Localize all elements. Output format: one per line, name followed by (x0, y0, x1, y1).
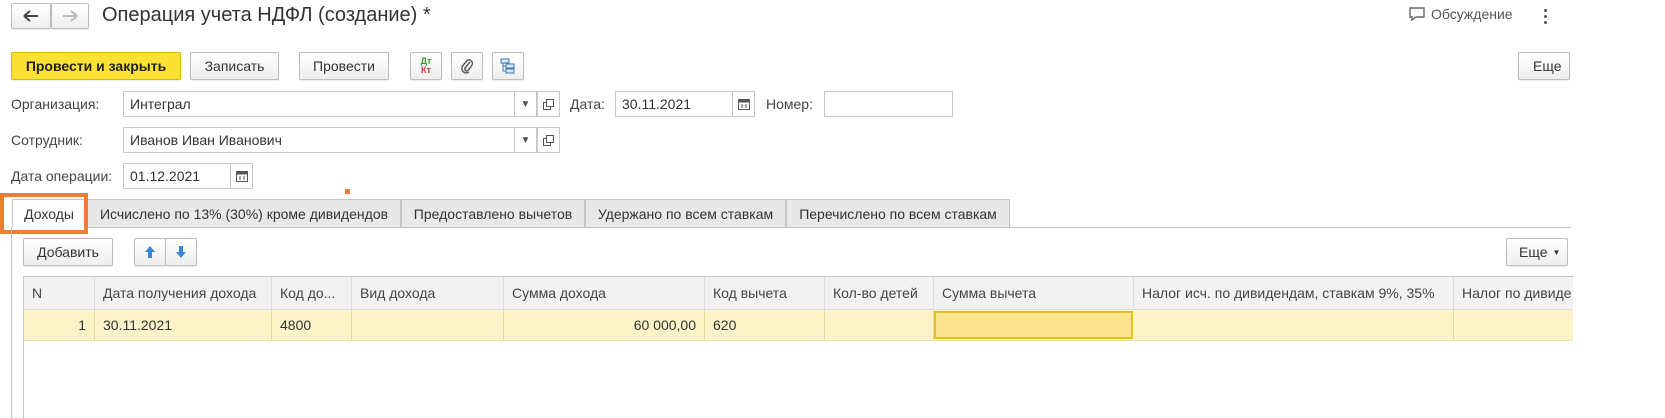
post-and-close-button[interactable]: Провести и закрыть (11, 52, 181, 80)
dt-kt-button[interactable]: Дт Кт (410, 52, 442, 80)
col-deduction-code[interactable]: Код вычета (705, 277, 825, 309)
calendar-icon (737, 99, 750, 110)
cell-deduction-sum[interactable] (934, 311, 1133, 339)
open-icon (543, 134, 554, 146)
arrow-up-icon (145, 246, 155, 258)
back-button[interactable] (11, 3, 51, 29)
cell-income-code[interactable]: 4800 (272, 310, 352, 340)
cell-children-count[interactable] (825, 310, 934, 340)
chat-icon (1409, 7, 1425, 22)
col-children-count[interactable]: Кол-во детей (825, 277, 934, 309)
tab-page-border (11, 228, 12, 418)
add-row-button[interactable]: Добавить (23, 238, 113, 266)
arrow-down-icon (176, 246, 186, 258)
operation-date-field[interactable]: 01.12.2021 (123, 163, 231, 189)
date-calendar-button[interactable] (732, 91, 755, 117)
open-icon (543, 98, 554, 110)
col-income-sum[interactable]: Сумма дохода (504, 277, 705, 309)
col-income-type[interactable]: Вид дохода (352, 277, 504, 309)
col-deduction-sum[interactable]: Сумма вычета (934, 277, 1134, 309)
organization-dropdown[interactable]: ▼ (514, 91, 537, 117)
more-button[interactable]: Еще (1518, 52, 1570, 80)
date-field[interactable]: 30.11.2021 (615, 91, 733, 117)
dt-kt-icon: Дт Кт (420, 56, 432, 75)
organization-open[interactable] (537, 91, 560, 117)
structure-icon (500, 58, 515, 74)
forward-button[interactable] (51, 3, 89, 29)
tab-withheld[interactable]: Удержано по всем ставкам (585, 199, 786, 228)
cell-dividend-tax[interactable] (1134, 310, 1454, 340)
attach-button[interactable] (451, 52, 483, 80)
tab-transferred[interactable]: Перечислено по всем ставкам (786, 199, 1010, 228)
col-dividend-tax-2[interactable]: Налог по дивиде (1454, 277, 1573, 309)
cell-deduction-code[interactable]: 620 (705, 310, 825, 340)
dropdown-icon: ▼ (520, 134, 531, 146)
employee-field[interactable]: Иванов Иван Иванович (123, 127, 515, 153)
save-button[interactable]: Записать (190, 52, 279, 80)
tab-highlight-frame (0, 193, 88, 234)
marker-dot (345, 189, 350, 194)
dropdown-icon: ▼ (520, 98, 531, 110)
structure-button[interactable] (492, 52, 524, 80)
calendar-icon (235, 171, 248, 182)
number-label: Номер: (766, 96, 813, 112)
tab-calculated-13[interactable]: Исчислено по 13% (30%) кроме дивидендов (87, 199, 401, 228)
kebab-menu-icon[interactable] (1542, 8, 1548, 26)
operation-date-label: Дата операции: (11, 168, 113, 184)
chevron-down-icon: ▼ (1552, 247, 1561, 257)
cell-income-type[interactable] (352, 310, 504, 340)
cell-income-sum[interactable]: 60 000,00 (504, 310, 705, 340)
tab-deductions[interactable]: Предоставлено вычетов (401, 199, 585, 228)
back-arrow-icon (23, 10, 38, 22)
employee-dropdown[interactable]: ▼ (514, 127, 537, 153)
col-dividend-tax[interactable]: Налог исч. по дивидендам, ставкам 9%, 35… (1134, 277, 1454, 309)
cell-income-date[interactable]: 30.11.2021 (95, 310, 272, 340)
employee-open[interactable] (537, 127, 560, 153)
employee-label: Сотрудник: (11, 132, 83, 148)
operation-date-calendar-button[interactable] (230, 163, 253, 189)
discussion-label: Обсуждение (1431, 6, 1513, 22)
move-up-button[interactable] (134, 238, 166, 266)
forward-arrow-icon (63, 10, 78, 22)
number-field[interactable] (824, 91, 953, 117)
date-label: Дата: (570, 96, 605, 112)
page-title: Операция учета НДФЛ (создание) * (102, 4, 431, 26)
organization-label: Организация: (11, 96, 100, 112)
move-down-button[interactable] (165, 238, 197, 266)
cell-dividend-tax-2[interactable] (1454, 310, 1573, 340)
paperclip-icon (461, 59, 474, 74)
discussion-button[interactable]: Обсуждение (1408, 6, 1513, 22)
col-n[interactable]: N (24, 277, 95, 309)
post-button[interactable]: Провести (299, 52, 389, 80)
table-more-button[interactable]: Еще ▼ (1506, 238, 1568, 266)
col-income-code[interactable]: Код до... (272, 277, 352, 309)
col-income-date[interactable]: Дата получения дохода (95, 277, 272, 309)
cell-n[interactable]: 1 (24, 310, 95, 340)
organization-field[interactable]: Интеграл (123, 91, 515, 117)
